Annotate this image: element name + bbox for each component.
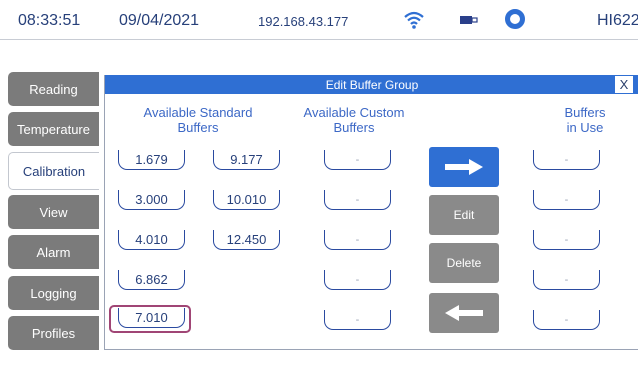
in-use-slot-2[interactable]: - [533,190,600,210]
in-use-slot-4[interactable]: - [533,270,600,290]
tab-alarm[interactable]: Alarm [8,235,99,269]
wifi-icon [404,11,424,29]
ip-address: 192.168.43.177 [258,14,349,29]
tab-reading[interactable]: Reading [8,72,99,106]
add-buffer-button[interactable] [429,147,499,187]
close-button[interactable]: X [614,75,634,94]
in-use-slot-1[interactable]: - [533,150,600,170]
clock-date: 09/04/2021 [119,12,200,29]
standard-buffer-1679[interactable]: 1.679 [118,150,185,170]
arrow-left-icon [445,305,483,321]
clock-time: 08:33:51 [18,12,81,29]
standard-buffers-header: Available Standard Buffers [143,105,253,135]
tab-logging[interactable]: Logging [8,276,99,310]
custom-buffer-slot-4[interactable]: - [324,270,391,290]
standard-buffer-12450[interactable]: 12.450 [213,230,280,250]
standard-buffer-3000[interactable]: 3.000 [118,190,185,210]
tab-profiles[interactable]: Profiles [8,316,99,350]
edit-buffer-group-panel: Edit Buffer Group X Available Standard B… [104,75,638,350]
arrow-right-icon [445,159,483,175]
tab-calibration[interactable]: Calibration [8,152,99,190]
dialog-title: Edit Buffer Group [105,75,638,94]
standard-buffer-10010[interactable]: 10.010 [213,190,280,210]
in-use-slot-3[interactable]: - [533,230,600,250]
standard-buffer-6862[interactable]: 6.862 [118,270,185,290]
status-bar: 08:33:51 09/04/2021 192.168.43.177 HI622… [0,0,638,40]
buffers-in-use-header: Buffers in Use [564,105,606,135]
record-icon [505,9,525,29]
tab-view[interactable]: View [8,195,99,229]
remove-buffer-button[interactable] [429,293,499,333]
in-use-slot-5[interactable]: - [533,310,600,330]
standard-buffer-7010[interactable]: 7.010 [118,308,185,328]
custom-buffer-slot-3[interactable]: - [324,230,391,250]
custom-buffer-slot-2[interactable]: - [324,190,391,210]
custom-buffer-slot-5[interactable]: - [324,310,391,330]
tab-temperature[interactable]: Temperature [8,112,99,146]
usb-icon [460,16,478,24]
model-name: HI6221 [597,12,638,29]
edit-button[interactable]: Edit [429,195,499,235]
standard-buffer-9177[interactable]: 9.177 [213,150,280,170]
custom-buffer-slot-1[interactable]: - [324,150,391,170]
delete-button[interactable]: Delete [429,243,499,283]
standard-buffer-4010[interactable]: 4.010 [118,230,185,250]
custom-buffers-header: Available Custom Buffers [303,105,405,135]
